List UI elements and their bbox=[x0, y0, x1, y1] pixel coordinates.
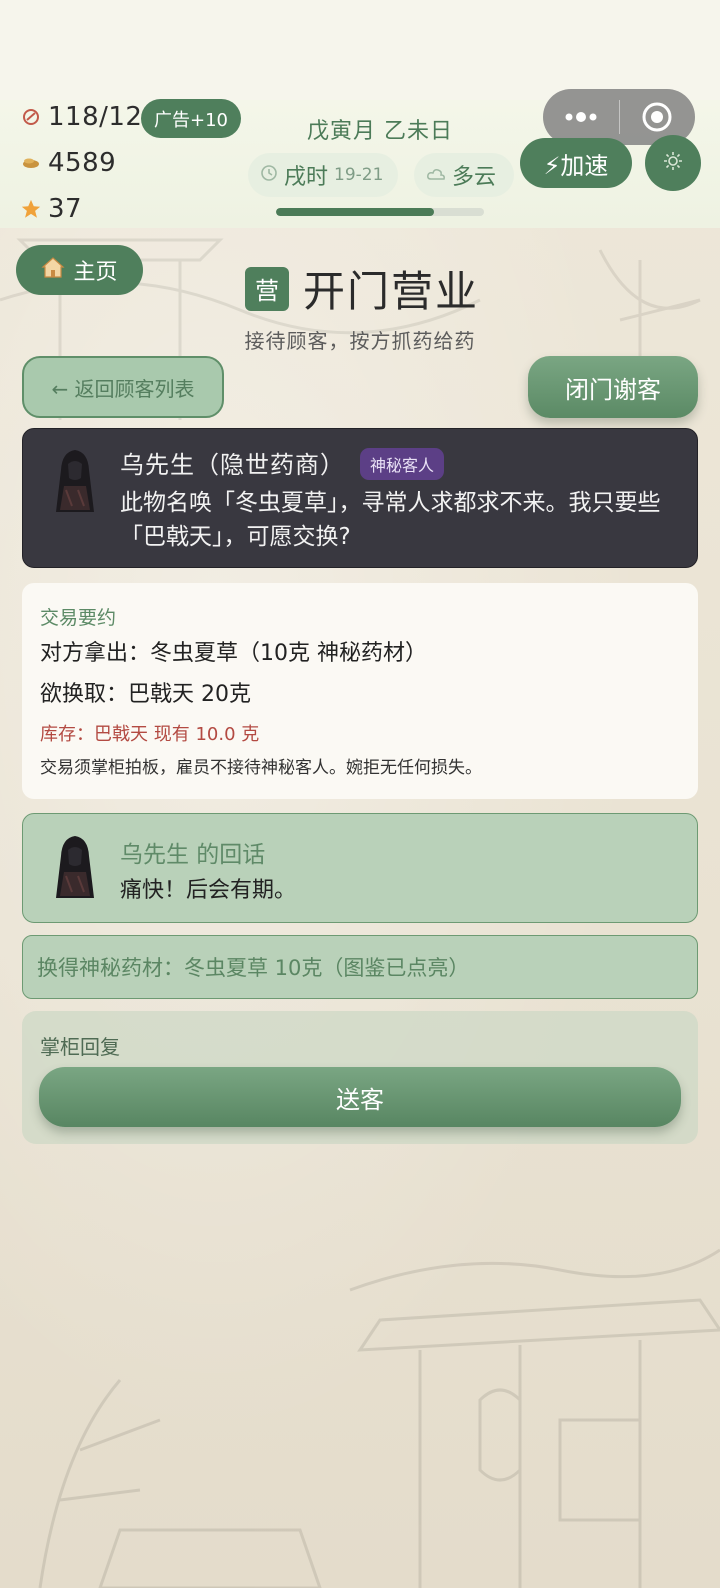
cloud-icon bbox=[426, 166, 446, 185]
page-header: 营 开门营业 bbox=[245, 258, 479, 319]
game-date: 戊寅月 乙未日 bbox=[307, 119, 453, 144]
more-dots-icon[interactable] bbox=[543, 89, 619, 145]
back-to-customers-button[interactable]: ← 返回顾客列表 bbox=[22, 356, 224, 418]
stamina-stat: 118/120 bbox=[20, 102, 160, 132]
time-range: 19-21 bbox=[334, 165, 384, 185]
reply-avatar bbox=[48, 832, 102, 902]
time-pill: 戌时 19-21 bbox=[248, 153, 398, 197]
speed-up-button[interactable]: ⚡加速 bbox=[520, 138, 632, 188]
stamina-icon bbox=[20, 106, 42, 128]
day-progress-bar bbox=[276, 208, 484, 216]
shop-icon: 营 bbox=[245, 266, 289, 311]
trade-offer-card: 交易要约 对方拿出：冬虫夏草（10克 神秘药材） 欲换取：巴戟天 20克 库存：… bbox=[22, 583, 698, 799]
reply-text: 痛快！后会有期。 bbox=[120, 878, 297, 903]
star-icon bbox=[20, 198, 42, 220]
trade-want: 欲换取：巴戟天 20克 bbox=[40, 682, 251, 707]
see-off-button[interactable]: 送客 bbox=[39, 1067, 681, 1127]
home-button[interactable]: 主页 bbox=[16, 245, 143, 295]
home-label: 主页 bbox=[73, 260, 118, 285]
stars-value: 37 bbox=[48, 194, 83, 224]
trade-stock: 库存：巴戟天 现有 10.0 克 bbox=[40, 724, 260, 745]
reply-title: 乌先生 的回话 bbox=[120, 842, 266, 868]
customer-name: 乌先生（隐世药商） bbox=[120, 451, 345, 479]
shopkeeper-reply-label: 掌柜回复 bbox=[40, 1035, 120, 1059]
customer-avatar bbox=[48, 446, 102, 516]
trade-result: 换得神秘药材：冬虫夏草 10克（图鉴已点亮） bbox=[22, 935, 698, 999]
coins-value: 4589 bbox=[48, 148, 117, 178]
settings-button[interactable] bbox=[645, 135, 701, 191]
stars-stat: 37 bbox=[20, 194, 82, 224]
close-shop-button[interactable]: 闭门谢客 bbox=[528, 356, 698, 418]
page-title: 开门营业 bbox=[303, 267, 480, 316]
time-label: 戌时 bbox=[284, 165, 329, 190]
weather-pill: 多云 bbox=[414, 153, 514, 197]
trade-heading: 交易要约 bbox=[40, 607, 117, 629]
customer-speech: 此物名唤「冬虫夏草」，寻常人求都求不来。我只要些「巴戟天」，可愿交换? bbox=[120, 490, 661, 550]
mystery-customer-tag: 神秘客人 bbox=[360, 448, 445, 480]
coins-stat: 4589 bbox=[20, 148, 116, 178]
day-progress-fill bbox=[276, 208, 435, 216]
clock-icon bbox=[260, 164, 278, 186]
gear-icon bbox=[662, 150, 684, 176]
house-icon bbox=[41, 256, 66, 284]
trade-note: 交易须掌柜拍板，雇员不接待神秘客人。婉拒无任何损失。 bbox=[40, 758, 482, 778]
ad-bonus-button[interactable]: 广告+10 bbox=[141, 99, 241, 138]
page-subtitle: 接待顾客，按方抓药给药 bbox=[244, 329, 476, 353]
coin-icon bbox=[20, 152, 42, 174]
weather-label: 多云 bbox=[452, 165, 497, 190]
trade-offer: 对方拿出：冬虫夏草（10克 神秘药材） bbox=[40, 641, 427, 666]
